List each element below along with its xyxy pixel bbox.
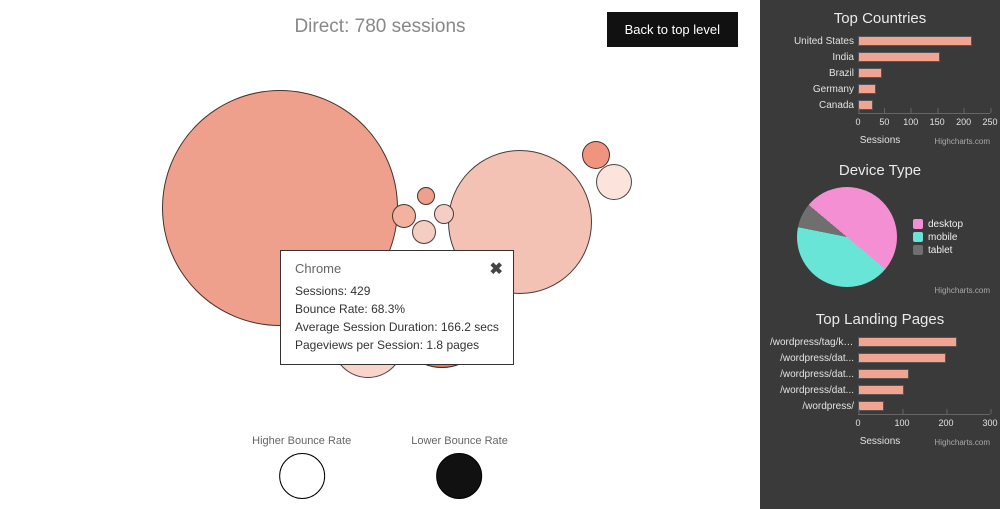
bar-fill [858, 385, 904, 395]
top-countries-panel: Top Countries United States India Brazil Ge… [760, 6, 1000, 148]
table-row[interactable]: Brazil [770, 65, 990, 81]
table-row[interactable]: /wordpress/ [770, 398, 990, 414]
panel-title-landing: Top Landing Pages [770, 311, 990, 328]
bar-label: /wordpress/ [770, 401, 858, 412]
table-row[interactable]: /wordpress/dat... [770, 366, 990, 382]
top-landing-chart[interactable]: /wordpress/tag/kaggle/ /wordpress/dat... /… [770, 334, 990, 447]
table-row[interactable]: /wordpress/tag/kaggle/ [770, 334, 990, 350]
bar-fill [858, 100, 873, 110]
bar-fill [858, 369, 909, 379]
axis-tick: 250 [982, 114, 997, 127]
sidebar: Top Countries United States India Brazil Ge… [760, 0, 1000, 509]
axis-tick: 50 [879, 114, 889, 127]
axis-tick: 100 [903, 114, 918, 127]
device-type-pie[interactable] [797, 187, 897, 287]
legend-higher-bounce: Higher Bounce Rate [252, 435, 351, 499]
axis-tick: 200 [956, 114, 971, 127]
top-countries-chart[interactable]: United States India Brazil Germany Canada 0 50… [770, 33, 990, 146]
bar-fill [858, 353, 946, 363]
bar-fill [858, 84, 876, 94]
axis-tick: 0 [855, 114, 860, 127]
table-row[interactable]: United States [770, 33, 990, 49]
bar-label: /wordpress/dat... [770, 369, 858, 380]
top-landing-panel: Top Landing Pages /wordpress/tag/kaggle/… [760, 307, 1000, 449]
panel-title-device: Device Type [770, 162, 990, 179]
bubble-bubble-j[interactable] [417, 187, 435, 205]
tooltip: Chrome ✖ Sessions: 429 Bounce Rate: 68.3… [280, 250, 514, 365]
bounce-rate-legend: Higher Bounce Rate Lower Bounce Rate [252, 435, 508, 499]
bar-label: Brazil [770, 68, 858, 79]
device-legend: desktop mobile tablet [913, 219, 963, 256]
legend-circle-light [279, 453, 325, 499]
bubble-bubble-i[interactable] [434, 204, 454, 224]
tooltip-bounce: Bounce Rate: 68.3% [295, 300, 499, 318]
table-row[interactable]: /wordpress/dat... [770, 382, 990, 398]
bar-fill [858, 68, 882, 78]
legend-item-desktop[interactable]: desktop [913, 219, 963, 230]
bubble-bubble-f[interactable] [596, 164, 632, 200]
legend-swatch [913, 245, 923, 255]
main-chart-area: Direct: 780 sessions Back to top level C… [0, 0, 760, 509]
bar-fill [858, 337, 957, 347]
bar-label: Canada [770, 100, 858, 111]
legend-item-mobile[interactable]: mobile [913, 232, 963, 243]
legend-item-tablet[interactable]: tablet [913, 245, 963, 256]
bar-label: /wordpress/tag/kaggle/ [770, 337, 858, 348]
table-row[interactable]: Germany [770, 81, 990, 97]
axis-tick: 0 [855, 415, 860, 428]
table-row[interactable]: /wordpress/dat... [770, 350, 990, 366]
axis-tick: 100 [894, 415, 909, 428]
axis-tick: 200 [938, 415, 953, 428]
panel-title-countries: Top Countries [770, 10, 990, 27]
close-icon[interactable]: ✖ [490, 259, 503, 279]
legend-label: tablet [928, 245, 952, 256]
bubble-bubble-h[interactable] [412, 220, 436, 244]
tooltip-title: Chrome [295, 261, 499, 276]
tooltip-duration: Average Session Duration: 166.2 secs [295, 318, 499, 336]
legend-label: desktop [928, 219, 963, 230]
table-row[interactable]: India [770, 49, 990, 65]
legend-label: mobile [928, 232, 957, 243]
bar-fill [858, 36, 972, 46]
bar-label: /wordpress/dat... [770, 353, 858, 364]
tooltip-sessions: Sessions: 429 [295, 282, 499, 300]
highcharts-credit[interactable]: Highcharts.com [934, 438, 990, 447]
bar-label: India [770, 52, 858, 63]
bar-fill [858, 401, 884, 411]
legend-swatch [913, 232, 923, 242]
axis-tick: 150 [930, 114, 945, 127]
bar-fill [858, 52, 940, 62]
bar-label: Germany [770, 84, 858, 95]
bar-label: United States [770, 36, 858, 47]
highcharts-credit[interactable]: Highcharts.com [934, 286, 990, 295]
highcharts-credit[interactable]: Highcharts.com [934, 137, 990, 146]
legend-swatch [913, 219, 923, 229]
legend-circle-dark [437, 453, 483, 499]
legend-lower-bounce: Lower Bounce Rate [411, 435, 508, 499]
device-type-panel: Device Type desktop mobile tablet Highchar… [760, 158, 1000, 297]
table-row[interactable]: Canada [770, 97, 990, 113]
bubble-bubble-g[interactable] [392, 204, 416, 228]
axis-tick: 300 [982, 415, 997, 428]
bar-label: /wordpress/dat... [770, 385, 858, 396]
tooltip-pageviews: Pageviews per Session: 1.8 pages [295, 336, 499, 354]
